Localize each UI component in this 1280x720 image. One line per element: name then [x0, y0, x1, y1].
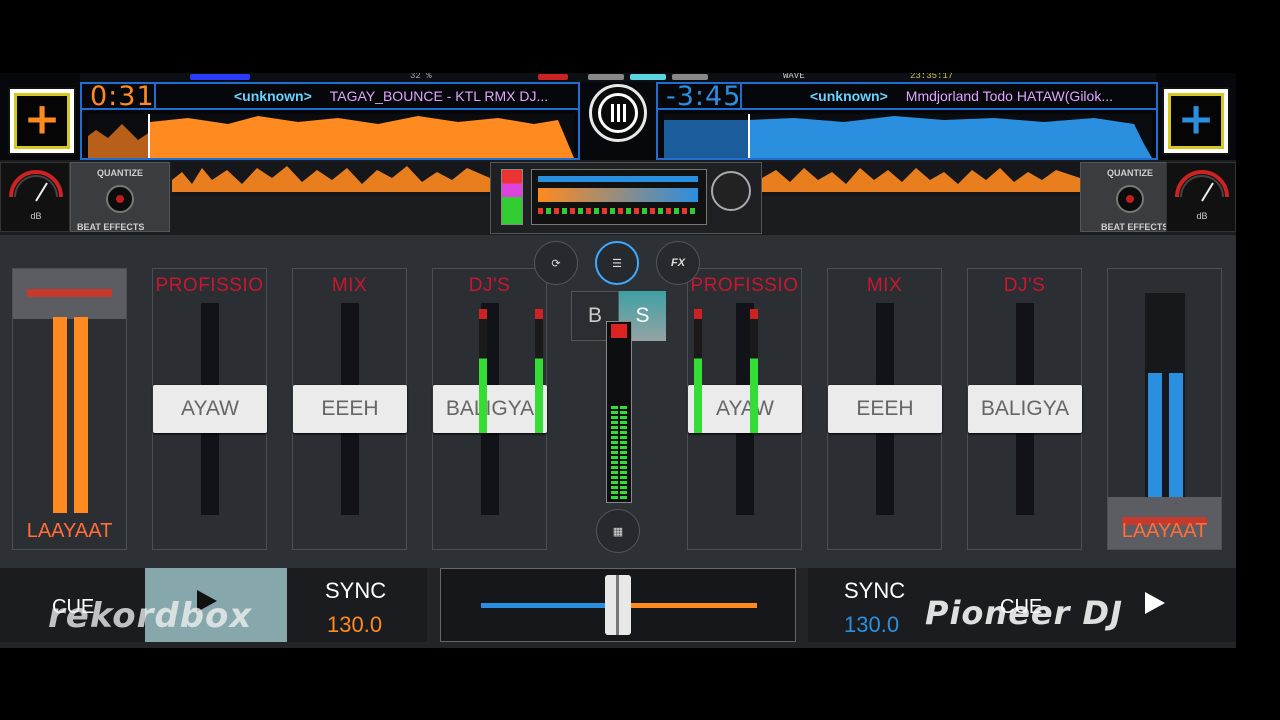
bpm-value: 130.0 [844, 612, 900, 637]
clock-text: 23:35:17 [910, 73, 954, 81]
vu-meter [750, 309, 758, 433]
vu-meter [479, 309, 487, 433]
meter-bar [190, 74, 250, 80]
deck-a-tag: <unknown> [234, 88, 312, 104]
deck-a-volume-fader[interactable]: LAAYAAT [12, 268, 127, 550]
status-tab[interactable] [588, 74, 624, 80]
fader-cap[interactable]: AYAW [688, 385, 802, 433]
svg-text:dB: dB [1196, 211, 1207, 221]
sync-label: SYNC [844, 578, 906, 603]
sliders-icon[interactable]: ☰ [595, 241, 639, 285]
deck-b-sound-meter: dB [1166, 162, 1236, 232]
quantize-knob[interactable] [106, 185, 134, 213]
deck-a-panel: 0:31 <unknown> TAGAY_BOUNCE - KTL RMX DJ.… [80, 81, 580, 160]
svg-text:dB: dB [30, 211, 41, 221]
deck-a-waveform[interactable] [88, 114, 574, 158]
channel-name: PROFISSIO [690, 275, 799, 296]
sync-icon[interactable]: ⟳ [534, 241, 578, 285]
app-logo[interactable] [589, 84, 647, 142]
status-tab[interactable] [672, 74, 708, 80]
status-line: 32 % WAVE 23:35:17 [80, 73, 1156, 82]
deck-b-volume-label: LAAYAAT [1121, 520, 1208, 542]
fader-cap[interactable]: AYAW [153, 385, 267, 433]
status-tab-active[interactable] [630, 74, 666, 80]
channel-right-3: DJ'S BALIGYA [967, 268, 1082, 550]
fader-cap[interactable]: EEEH [828, 385, 942, 433]
rec-indicator[interactable] [538, 74, 568, 80]
deck-a-quantize[interactable]: QUANTIZE BEAT EFFECTS [70, 162, 170, 232]
quantize-label: QUANTIZE [1107, 168, 1153, 178]
master-vu-meter [606, 321, 632, 503]
overview-strip: dB QUANTIZE BEAT EFFECTS QUANTIZE BEAT E… [0, 160, 1236, 235]
deck-a-track: TAGAY_BOUNCE - KTL RMX DJ... [329, 88, 549, 104]
beat-effects-label: BEAT EFFECTS [77, 222, 145, 232]
deck-a-sound-meter: dB [0, 162, 70, 232]
deck-b-track: Mmdjorland Todo HATAW(Gilok... [905, 88, 1114, 104]
quantize-knob[interactable] [1116, 185, 1144, 213]
pioneer-logo: Pioneer DJ [925, 594, 1123, 632]
bpm-value: 130.0 [327, 612, 383, 637]
deck-b-panel: -3:45 <unknown> Mmdjorland Todo HATAW(Gil… [656, 81, 1158, 160]
channel-right-2: MIX EEEH [827, 268, 942, 550]
deck-b-title: <unknown> Mmdjorland Todo HATAW(Gilok... [810, 88, 1155, 104]
deck-b-zoom-waveform[interactable] [762, 162, 1080, 196]
deck-a-sync-button[interactable]: SYNC 130.0 [287, 568, 427, 642]
grid-icon[interactable]: ▦ [596, 509, 640, 553]
vu-meter [535, 309, 543, 433]
channel-left-2: MIX EEEH [292, 268, 407, 550]
deck-b-volume-fader[interactable]: LAAYAAT [1107, 268, 1222, 550]
deck-b-quantize[interactable]: QUANTIZE BEAT EFFECTS [1080, 162, 1180, 232]
channel-name: PROFISSIO [155, 275, 264, 296]
vu-meter [694, 309, 702, 433]
beat-effects-label: BEAT EFFECTS [1101, 222, 1169, 232]
center-controller-thumbnail [490, 162, 762, 234]
deck-a-title: <unknown> TAGAY_BOUNCE - KTL RMX DJ... [234, 88, 574, 104]
channel-right-1: PROFISSIO AYAW [687, 268, 802, 550]
play-icon [1145, 592, 1165, 614]
fader-cap[interactable]: EEEH [293, 385, 407, 433]
plus-icon: + [1177, 93, 1215, 145]
deck-a-time: 0:31 [90, 81, 155, 112]
wave-label[interactable]: WAVE [783, 73, 805, 81]
fader-cap[interactable]: BALIGYA [433, 385, 547, 433]
channel-name: MIX [866, 275, 903, 296]
channel-left-3: DJ'S BALIGYA [432, 268, 547, 550]
rekordbox-logo: rekordbox [48, 596, 253, 636]
sync-label: SYNC [325, 578, 387, 603]
channel-left-1: PROFISSIO AYAW [152, 268, 267, 550]
fx-button[interactable]: FX [656, 241, 700, 285]
crossfader-knob[interactable] [605, 575, 631, 635]
channel-name: MIX [331, 275, 368, 296]
crossfader[interactable] [440, 568, 796, 642]
fader-cap[interactable]: BALIGYA [968, 385, 1082, 433]
deck-b-time: -3:45 [666, 81, 742, 112]
fader-knob[interactable] [13, 269, 126, 319]
deck-b-waveform[interactable] [664, 114, 1152, 158]
dj-app: 32 % WAVE 23:35:17 + + 0:31 <unknown> TAG… [0, 73, 1236, 648]
channel-name: DJ'S [1003, 275, 1046, 296]
deck-a-add-button[interactable]: + [8, 87, 76, 155]
quantize-label: QUANTIZE [97, 168, 143, 178]
battery-text: 32 % [410, 73, 432, 81]
transport-bar: CUE rekordbox SYNC 130.0 SYNC 130.0 CUE … [0, 568, 1236, 648]
deck-b-tag: <unknown> [810, 88, 888, 104]
deck-a-volume-label: LAAYAAT [26, 520, 113, 542]
channel-name: DJ'S [468, 275, 511, 296]
deck-b-add-button[interactable]: + [1162, 87, 1230, 155]
plus-icon: + [23, 93, 61, 145]
top-bar: 32 % WAVE 23:35:17 + + 0:31 <unknown> TAG… [0, 73, 1236, 160]
deck-a-zoom-waveform[interactable] [172, 162, 490, 196]
